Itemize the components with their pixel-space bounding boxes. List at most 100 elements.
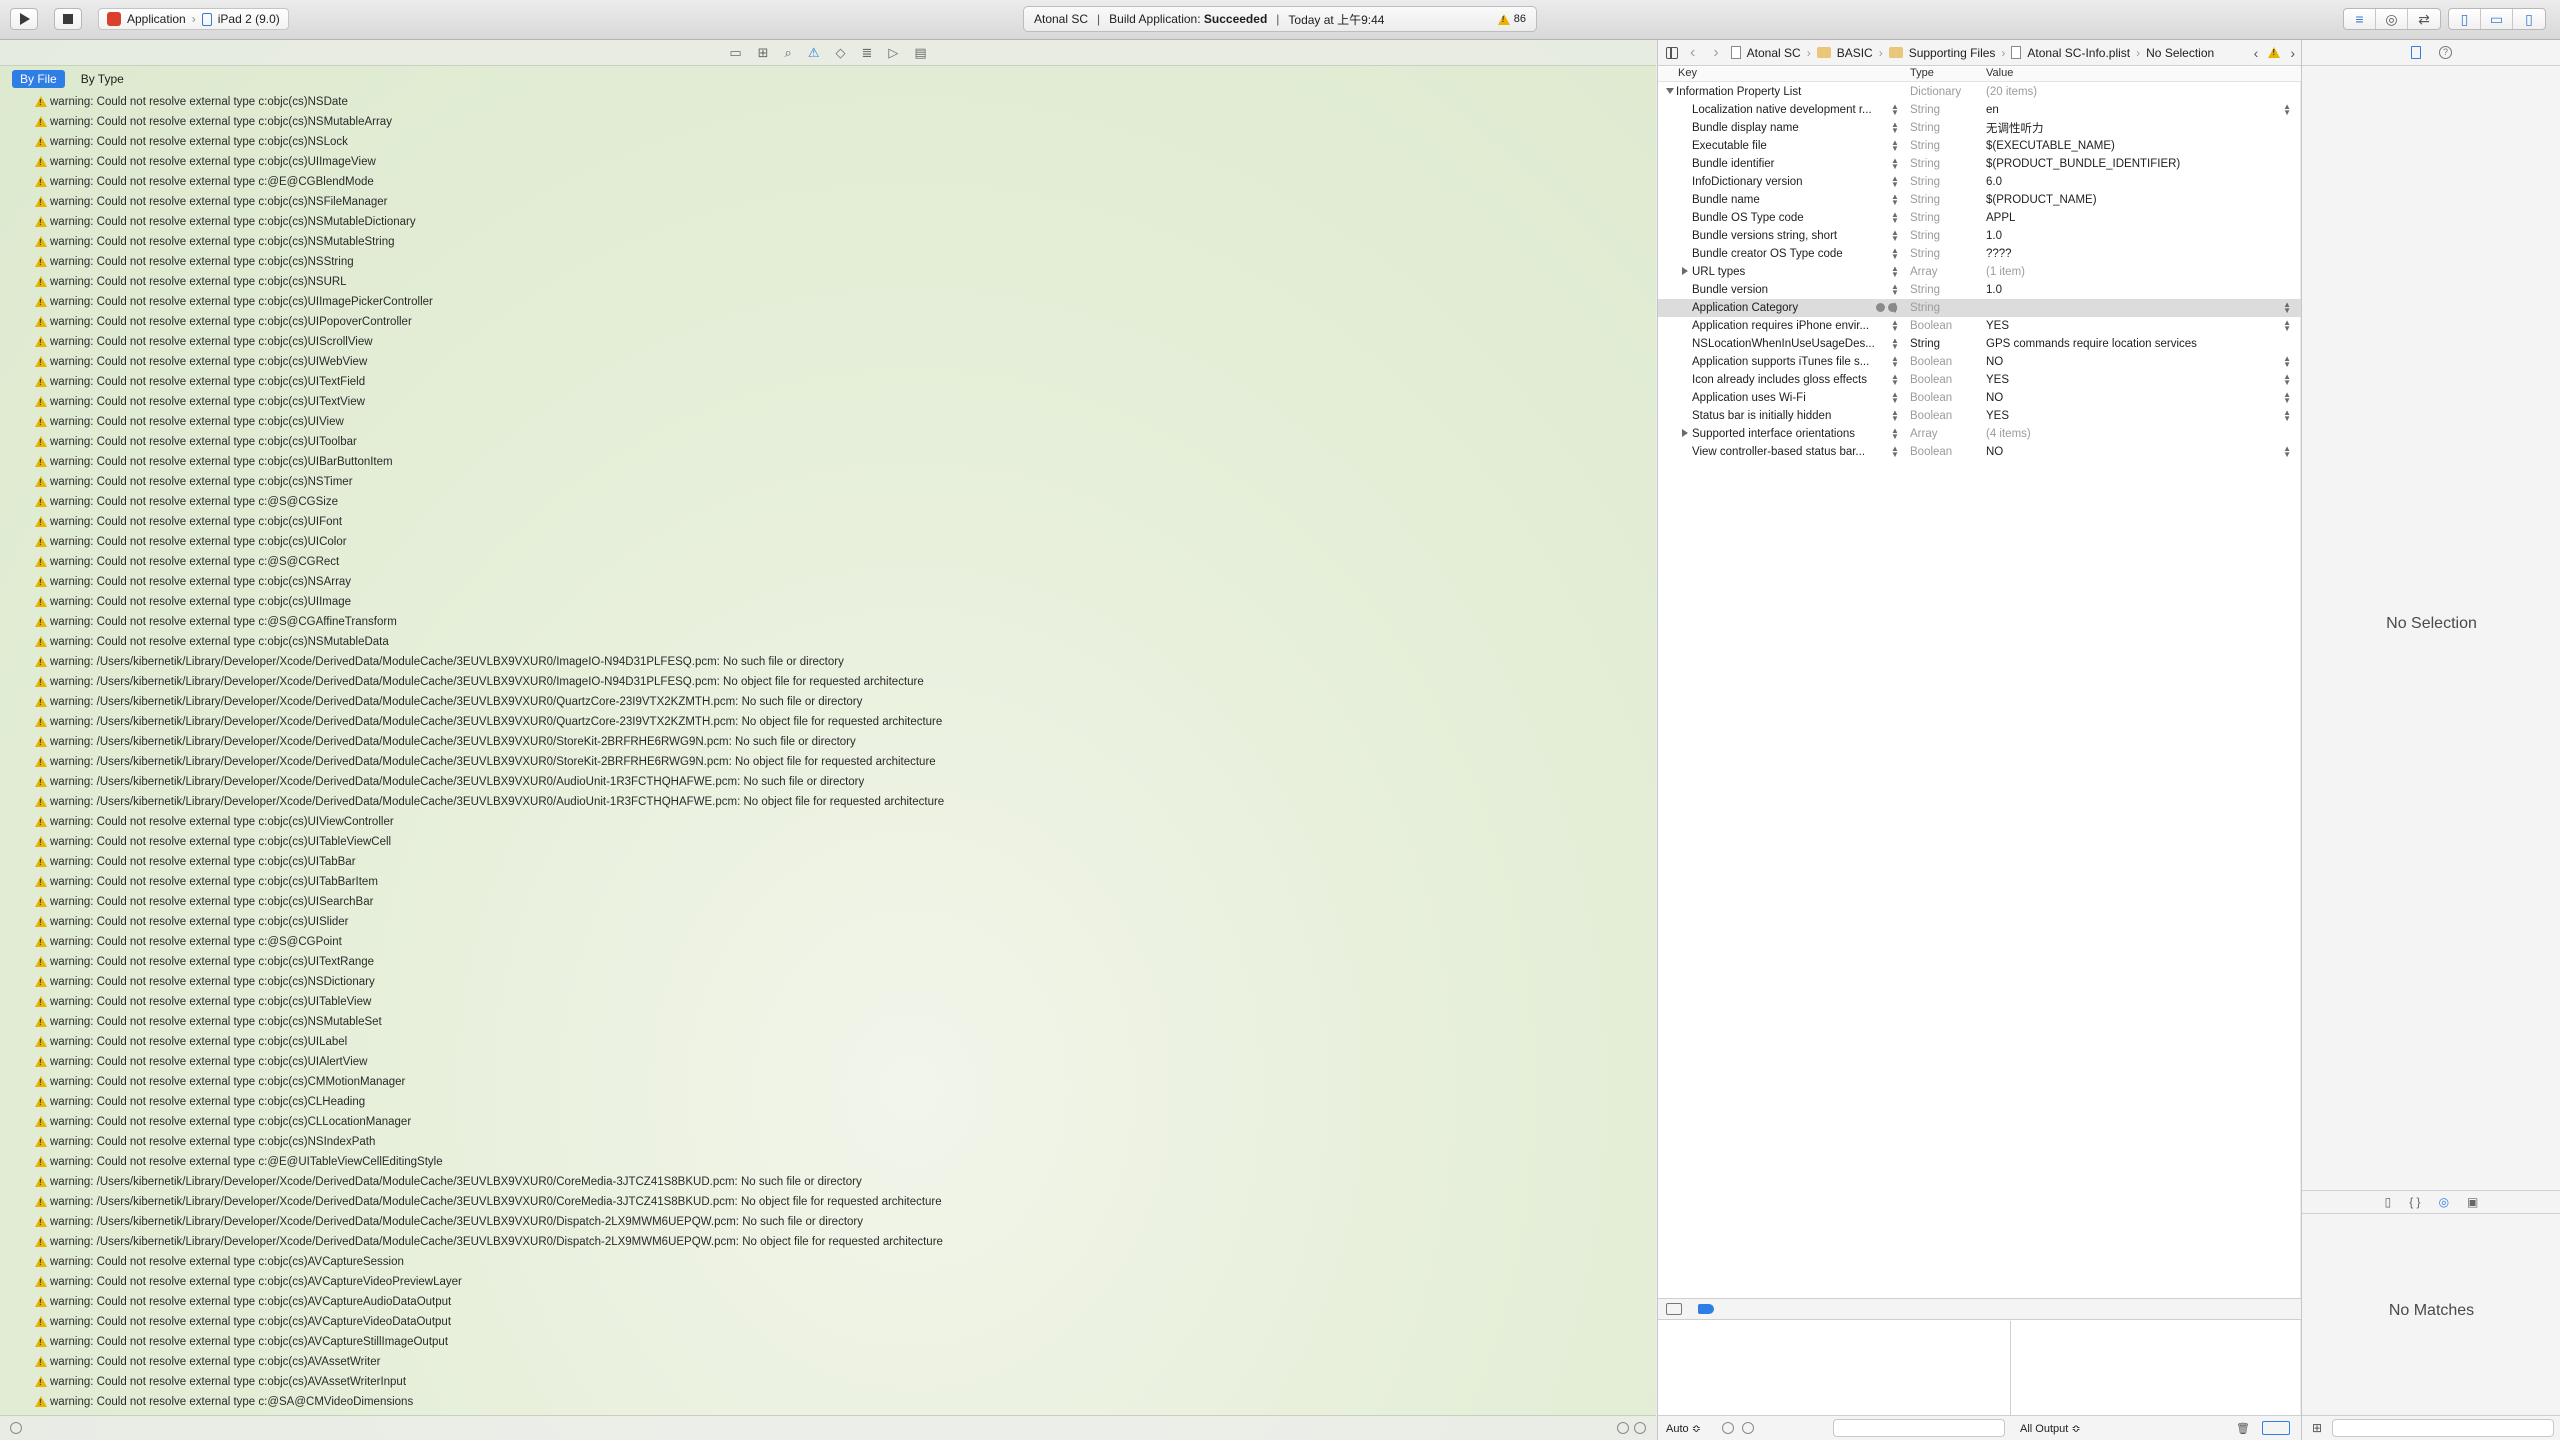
plist-type[interactable]: String [1902, 230, 1982, 242]
project-navigator-icon[interactable]: ▭ [729, 45, 741, 61]
issue-row[interactable]: warning: /Users/kibernetik/Library/Devel… [0, 652, 1656, 673]
key-stepper-icon[interactable]: ▲▼ [1891, 355, 1899, 369]
plist-row[interactable]: View controller-based status bar... ▲ ▼ Boo… [1658, 443, 2301, 461]
remove-row-icon[interactable] [1888, 303, 1897, 312]
plist-row[interactable]: InfoDictionary version ▲ ▼ String 6.0 [1658, 173, 2301, 191]
plist-type[interactable]: Boolean [1902, 356, 1982, 368]
eye-icon[interactable] [1722, 1422, 1734, 1434]
key-stepper-icon[interactable]: ▲▼ [1891, 337, 1899, 351]
issue-row[interactable]: warning: /Users/kibernetik/Library/Devel… [0, 732, 1656, 753]
plist-key[interactable]: Information Property List [1658, 86, 1902, 98]
issue-row[interactable]: warning: Could not resolve external type… [0, 452, 1656, 473]
plist-value[interactable]: YES [1982, 410, 2301, 422]
issue-row[interactable]: warning: Could not resolve external type… [0, 1092, 1656, 1113]
plist-type[interactable]: String [1902, 140, 1982, 152]
plist-row[interactable]: Application requires iPhone envir... ▲ ▼ Bo… [1658, 317, 2301, 335]
breadcrumb-selection[interactable]: No Selection [2146, 46, 2214, 60]
breadcrumb-group[interactable]: BASIC [1837, 46, 1873, 60]
issue-row[interactable]: warning: Could not resolve external type… [0, 872, 1656, 893]
forward-arrow-icon[interactable]: › [1707, 44, 1724, 62]
plist-type[interactable]: String [1902, 122, 1982, 134]
plist-type[interactable]: String [1902, 104, 1982, 116]
plist-key[interactable]: Bundle version [1658, 284, 1902, 296]
plist-key[interactable]: Bundle name [1658, 194, 1902, 206]
plist-key[interactable]: Localization native development r... [1658, 104, 1902, 116]
key-stepper-icon[interactable]: ▲▼ [1891, 175, 1899, 189]
next-issue-icon[interactable]: › [2290, 45, 2295, 61]
key-stepper-icon[interactable]: ▲▼ [1891, 121, 1899, 135]
plist-value[interactable]: $(PRODUCT_BUNDLE_IDENTIFIER) [1982, 158, 2301, 170]
warning-count-badge[interactable]: 86 [1497, 13, 1526, 25]
plist-type[interactable]: Dictionary [1902, 86, 1982, 98]
breadcrumb-project[interactable]: Atonal SC [1747, 46, 1801, 60]
issue-row[interactable]: warning: Could not resolve external type… [0, 1072, 1656, 1093]
issue-row[interactable]: warning: Could not resolve external type… [0, 952, 1656, 973]
issue-row[interactable]: warning: Could not resolve external type… [0, 492, 1656, 513]
plist-key[interactable]: Bundle versions string, short [1658, 230, 1902, 242]
value-popup-icon[interactable]: ▲ ▼ [2283, 301, 2291, 315]
issue-row[interactable]: warning: Could not resolve external type… [0, 1312, 1656, 1333]
issue-row[interactable]: warning: Could not resolve external type… [0, 272, 1656, 293]
plist-key[interactable]: Executable file [1658, 140, 1902, 152]
code-snippet-library-icon[interactable]: { } [2409, 1195, 2420, 1209]
plist-value[interactable]: YES [1982, 320, 2301, 332]
disclosure-triangle-icon[interactable] [1682, 429, 1688, 437]
warning-filter-icon[interactable] [1634, 1422, 1646, 1434]
plist-value[interactable]: 6.0 [1982, 176, 2301, 188]
plist-type[interactable]: Array [1902, 266, 1982, 278]
library-filter-input[interactable] [2332, 1419, 2554, 1437]
issue-row[interactable]: warning: Could not resolve external type… [0, 412, 1656, 433]
plist-key[interactable]: Supported interface orientations [1658, 428, 1902, 440]
plist-type[interactable]: Boolean [1902, 374, 1982, 386]
plist-value[interactable]: 无调性听力 [1982, 120, 2301, 136]
test-navigator-icon[interactable]: ◇ [835, 45, 845, 61]
plist-value[interactable]: $(PRODUCT_NAME) [1982, 194, 2301, 206]
quick-help-icon[interactable]: ? [2439, 46, 2452, 59]
plist-row[interactable]: Bundle name ▲ ▼ String $(PRODUCT_NAME) [1658, 191, 2301, 209]
issue-row[interactable]: warning: /Users/kibernetik/Library/Devel… [0, 1232, 1656, 1253]
info-icon[interactable] [1742, 1422, 1754, 1434]
run-button[interactable] [10, 8, 38, 30]
key-stepper-icon[interactable]: ▲▼ [1891, 157, 1899, 171]
hide-debug-area-icon[interactable] [1666, 1303, 1682, 1315]
value-popup-icon[interactable]: ▲ ▼ [2283, 409, 2291, 423]
plist-row[interactable]: Application supports iTunes file s... ▲ ▼ B… [1658, 353, 2301, 371]
plist-type[interactable]: String [1902, 302, 1982, 314]
issue-row[interactable]: warning: Could not resolve external type… [0, 972, 1656, 993]
plist-row[interactable]: Bundle display name ▲ ▼ String 无调性听力 [1658, 119, 2301, 137]
issue-row[interactable]: warning: Could not resolve external type… [0, 352, 1656, 373]
issue-row[interactable]: warning: Could not resolve external type… [0, 1332, 1656, 1353]
issue-row[interactable]: warning: /Users/kibernetik/Library/Devel… [0, 672, 1656, 693]
value-popup-icon[interactable]: ▲ ▼ [2283, 319, 2291, 333]
plist-key[interactable]: Application requires iPhone envir... [1658, 320, 1902, 332]
plist-row[interactable]: Application Category▲▼String▲▼ [1658, 299, 2301, 317]
version-editor-icon[interactable]: ⇄ [2408, 9, 2440, 29]
plist-key[interactable]: InfoDictionary version [1658, 176, 1902, 188]
plist-type[interactable]: Array [1902, 428, 1982, 440]
plist-row[interactable]: Supported interface orientations ▲ ▼ Array(… [1658, 425, 2301, 443]
key-stepper-icon[interactable]: ▲▼ [1891, 373, 1899, 387]
plist-type[interactable]: Boolean [1902, 410, 1982, 422]
plist-value[interactable]: NO [1982, 446, 2301, 458]
issue-row[interactable]: warning: /Users/kibernetik/Library/Devel… [0, 692, 1656, 713]
plist-key[interactable]: Bundle OS Type code [1658, 212, 1902, 224]
issue-row[interactable]: warning: Could not resolve external type… [0, 252, 1656, 273]
issue-row[interactable]: warning: /Users/kibernetik/Library/Devel… [0, 712, 1656, 733]
plist-value[interactable]: NO [1982, 356, 2301, 368]
report-navigator-icon[interactable]: ▤ [914, 45, 926, 61]
issue-row[interactable]: warning: Could not resolve external type… [0, 512, 1656, 533]
value-popup-icon[interactable]: ▲ ▼ [2283, 373, 2291, 387]
plist-value[interactable]: ???? [1982, 248, 2301, 260]
value-popup-icon[interactable]: ▲ ▼ [2283, 391, 2291, 405]
issue-row[interactable]: warning: Could not resolve external type… [0, 852, 1656, 873]
issue-row[interactable]: warning: Could not resolve external type… [0, 1112, 1656, 1133]
issue-row[interactable]: warning: /Users/kibernetik/Library/Devel… [0, 772, 1656, 793]
plist-type[interactable]: String [1902, 194, 1982, 206]
key-column-header[interactable]: Key [1658, 67, 1902, 81]
issue-row[interactable]: warning: Could not resolve external type… [0, 632, 1656, 653]
find-navigator-icon[interactable]: ⌕ [785, 45, 792, 61]
plist-type[interactable]: Boolean [1902, 320, 1982, 332]
trash-icon[interactable]: 🗑 [2236, 1422, 2250, 1435]
scheme-selector[interactable]: Application › iPad 2 (9.0) [98, 8, 289, 30]
plist-row[interactable]: Status bar is initially hidden ▲ ▼ Boolean Y… [1658, 407, 2301, 425]
